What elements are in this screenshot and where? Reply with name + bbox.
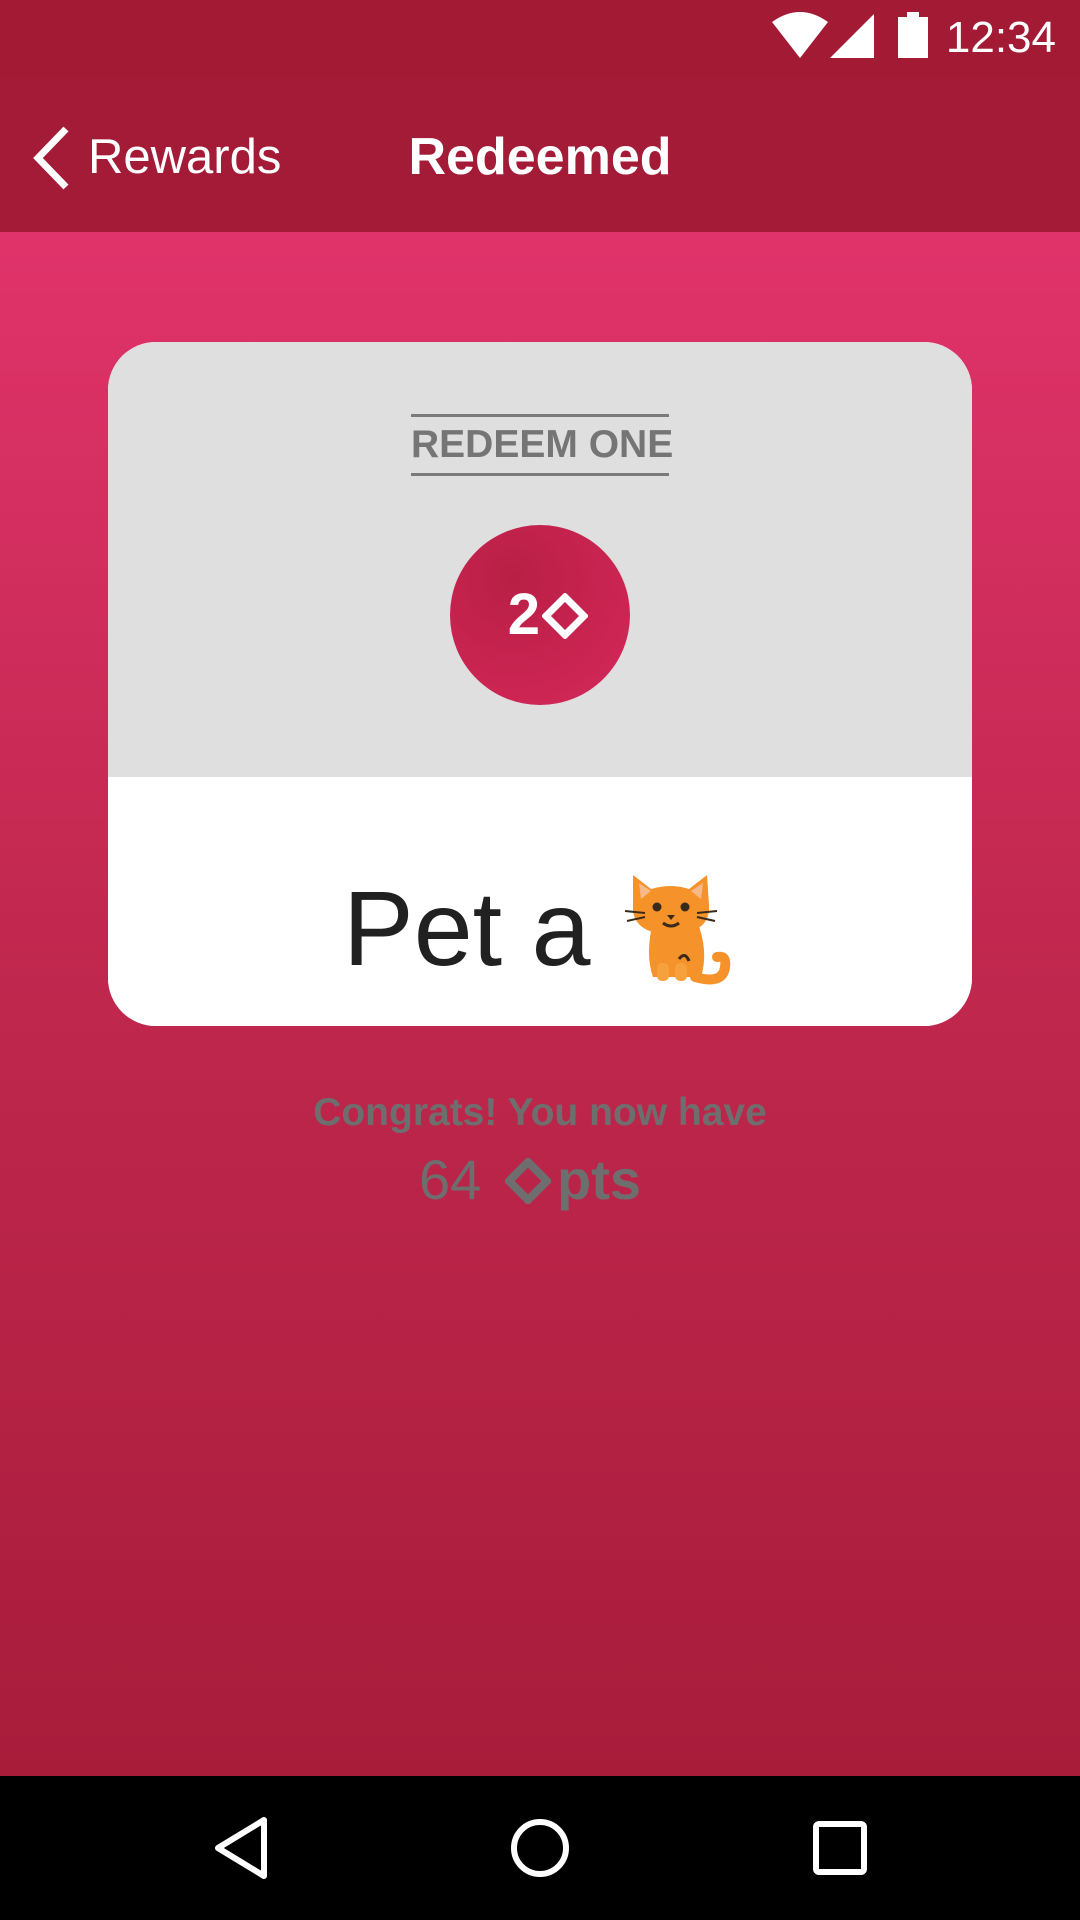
battery-icon xyxy=(898,12,928,58)
wifi-icon xyxy=(772,12,828,58)
congrats-message-text: Congrats! You now have xyxy=(313,1091,767,1134)
back-triangle-icon xyxy=(215,1817,267,1879)
back-button[interactable]: Rewards xyxy=(22,115,292,195)
screen: 12:34 Rewards Redeemed REDEEM ONE 2 Pet … xyxy=(0,0,1080,1920)
home-circle-icon xyxy=(511,1819,569,1877)
toolbar: Rewards Redeemed xyxy=(0,75,1080,232)
diamond-icon xyxy=(505,1158,551,1204)
recents-square-icon xyxy=(813,1821,867,1875)
points-row: 64 pts xyxy=(108,1148,972,1218)
cell-signal-icon xyxy=(830,14,874,58)
nav-bar xyxy=(0,1776,1080,1920)
nav-back-button[interactable] xyxy=(190,1798,290,1898)
nav-home-button[interactable] xyxy=(490,1798,590,1898)
points-value: 64 xyxy=(419,1148,482,1211)
status-bar: 12:34 xyxy=(0,0,1080,75)
chevron-left-icon xyxy=(33,126,69,190)
page-title: Redeemed xyxy=(408,128,672,186)
points-unit: pts xyxy=(557,1148,641,1211)
points-summary: Congrats! You now have 64 pts xyxy=(108,1090,972,1230)
card-text-layer: Congrats! You now have xyxy=(108,232,972,1132)
nav-recents-button[interactable] xyxy=(790,1798,890,1898)
status-time: 12:34 xyxy=(945,13,1056,62)
back-label: Rewards xyxy=(88,130,282,184)
content-area: REDEEM ONE 2 Pet a xyxy=(0,232,1080,1776)
